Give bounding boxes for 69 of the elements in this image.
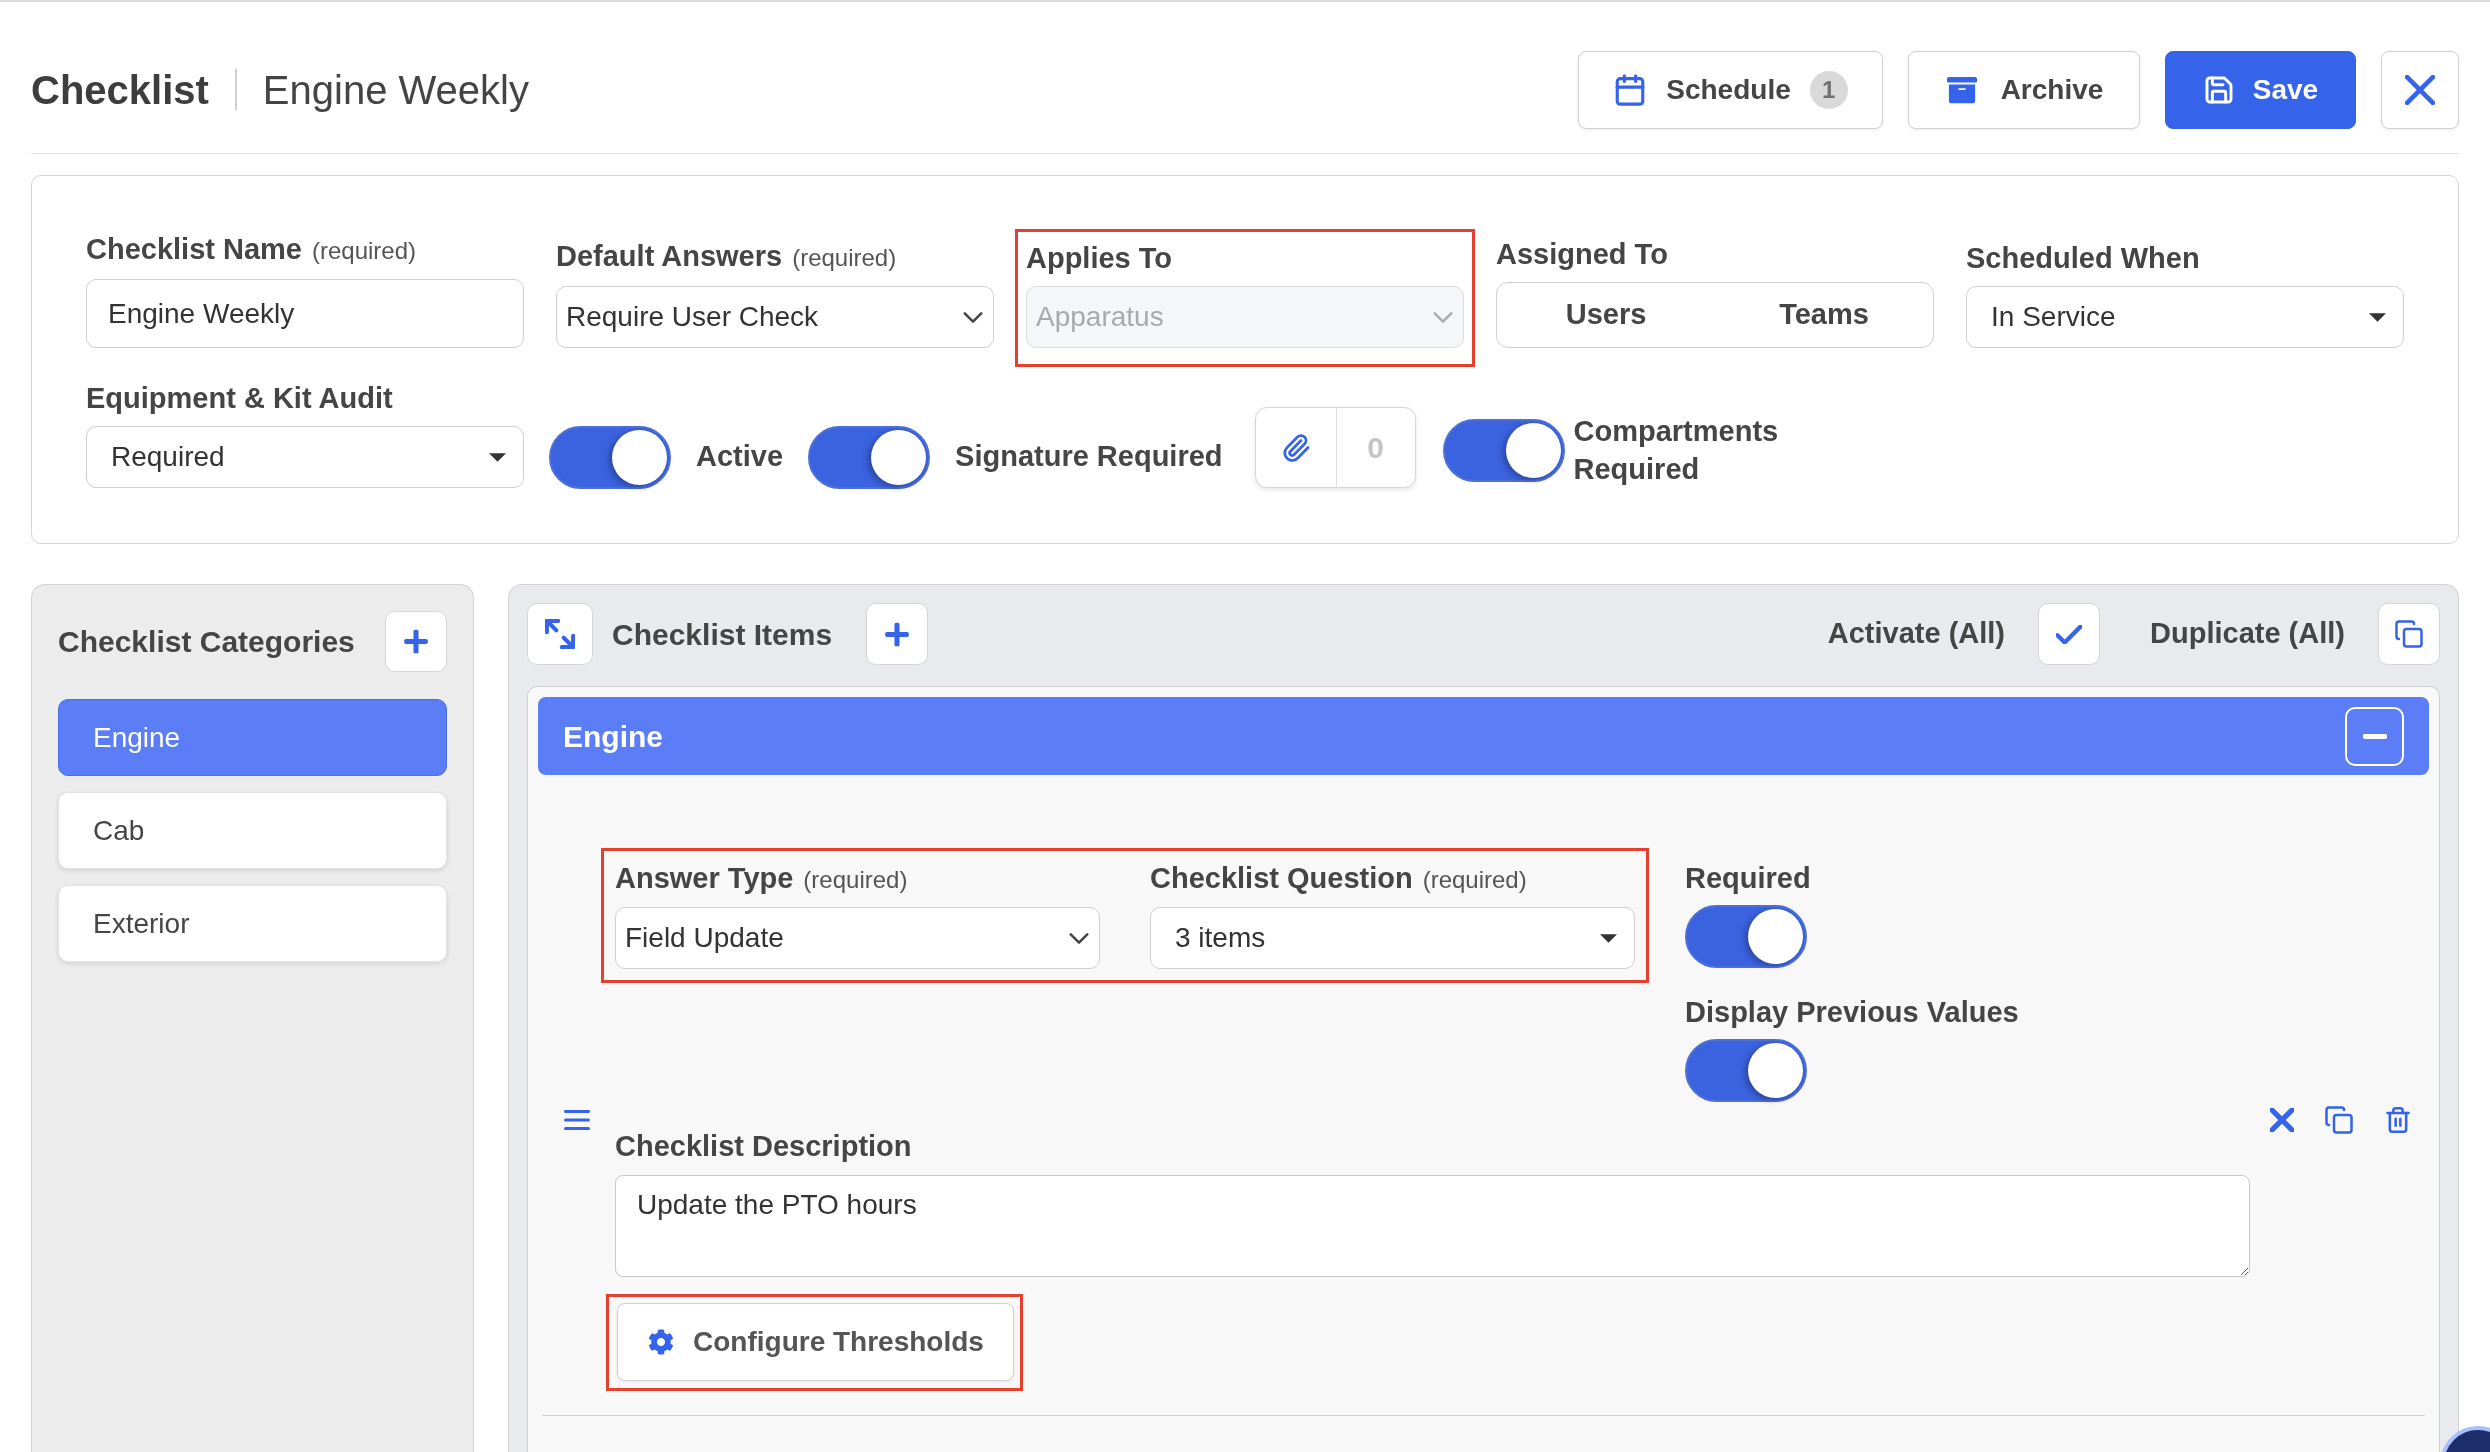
category-item[interactable]: Engine xyxy=(58,699,447,776)
copy-icon xyxy=(2394,619,2424,649)
caret-down-icon xyxy=(489,452,506,462)
bulk-action-label: Duplicate (All) xyxy=(2150,616,2345,652)
field-label: Equipment & Kit Audit xyxy=(86,381,393,416)
category-item[interactable]: Cab xyxy=(58,792,447,869)
add-category-button[interactable] xyxy=(385,611,447,672)
page-title: Checklist xyxy=(31,66,209,114)
activate-all-button[interactable] xyxy=(2038,603,2101,665)
save-button[interactable]: Save xyxy=(2165,50,2356,129)
category-item[interactable]: Exterior xyxy=(58,885,447,962)
assign-option-tab[interactable]: Teams xyxy=(1715,283,1933,347)
archive-box-icon xyxy=(1944,74,1979,105)
bulk-action-label: Activate (All) xyxy=(1827,616,2006,652)
diagonal-arrows-icon xyxy=(545,619,575,649)
switch-label: Active xyxy=(696,439,784,475)
required-note: (required) xyxy=(312,236,417,266)
caret-down-icon xyxy=(1600,933,1617,943)
schedule-count: 1 xyxy=(1809,70,1848,109)
assign-option-tab[interactable]: Users xyxy=(1497,283,1715,347)
field-label: Checklist Name xyxy=(86,232,302,267)
plus-icon xyxy=(404,628,428,655)
menu-icon[interactable] xyxy=(563,1109,590,1130)
check-icon xyxy=(2056,624,2083,644)
paperclip-icon xyxy=(1280,431,1311,464)
panel-title: Checklist Items xyxy=(612,616,833,653)
description-field[interactable]: Update the PTO hours xyxy=(615,1175,2250,1277)
switch-label: Signature Required xyxy=(955,439,1223,475)
plus-icon xyxy=(885,620,910,648)
duplicate-all-button[interactable] xyxy=(2378,603,2440,665)
dropdown[interactable]: In Service xyxy=(1966,286,2404,348)
chevron-down-icon xyxy=(1069,932,1089,944)
field-label: Checklist Question xyxy=(1150,861,1413,896)
minus-icon xyxy=(2362,733,2387,739)
field-label: Scheduled When xyxy=(1966,241,2200,276)
schedule-button[interactable]: Schedule 1 xyxy=(1578,50,1883,129)
close-button[interactable] xyxy=(2381,50,2459,129)
dropdown[interactable]: Require User Check xyxy=(556,286,994,348)
close-icon[interactable] xyxy=(2270,1107,2294,1132)
gear-icon xyxy=(648,1329,674,1355)
field-label: Assigned To xyxy=(1496,237,1668,272)
trash-icon[interactable] xyxy=(2384,1104,2412,1135)
expand-button[interactable] xyxy=(527,603,593,665)
page-subtitle: Engine Weekly xyxy=(262,66,529,114)
collapse-button[interactable] xyxy=(2345,706,2404,766)
switch-label: Display Previous Values xyxy=(1685,995,2019,1030)
add-item-button[interactable] xyxy=(866,603,929,665)
dropdown[interactable]: Field Update xyxy=(615,907,1100,969)
field-label: Default Answers xyxy=(556,239,783,274)
required-note: (required) xyxy=(792,243,897,273)
chevron-down-icon xyxy=(1433,311,1453,323)
required-note: (required) xyxy=(1422,865,1527,895)
switch-label: Required xyxy=(1685,861,1811,896)
field-label: Applies To xyxy=(1026,241,1173,276)
configure-thresholds-button[interactable]: Configure Thresholds xyxy=(617,1303,1014,1381)
panel-title: Checklist Categories xyxy=(58,624,355,660)
field-label: Checklist Description xyxy=(615,1129,912,1164)
caret-down-icon xyxy=(2369,312,2386,322)
switch-label: Compartments Required xyxy=(1573,414,1780,487)
chevron-down-icon xyxy=(963,311,983,323)
dropdown[interactable]: Required xyxy=(86,426,524,488)
dropdown[interactable]: 3 items xyxy=(1150,907,1635,969)
field-label: Answer Type xyxy=(615,861,794,896)
archive-button[interactable]: Archive xyxy=(1908,50,2140,129)
close-icon xyxy=(2405,74,2435,105)
group-title: Engine xyxy=(563,718,663,755)
required-note: (required) xyxy=(803,865,908,895)
text-field[interactable]: Engine Weekly xyxy=(86,279,524,348)
copy-icon[interactable] xyxy=(2324,1104,2354,1135)
